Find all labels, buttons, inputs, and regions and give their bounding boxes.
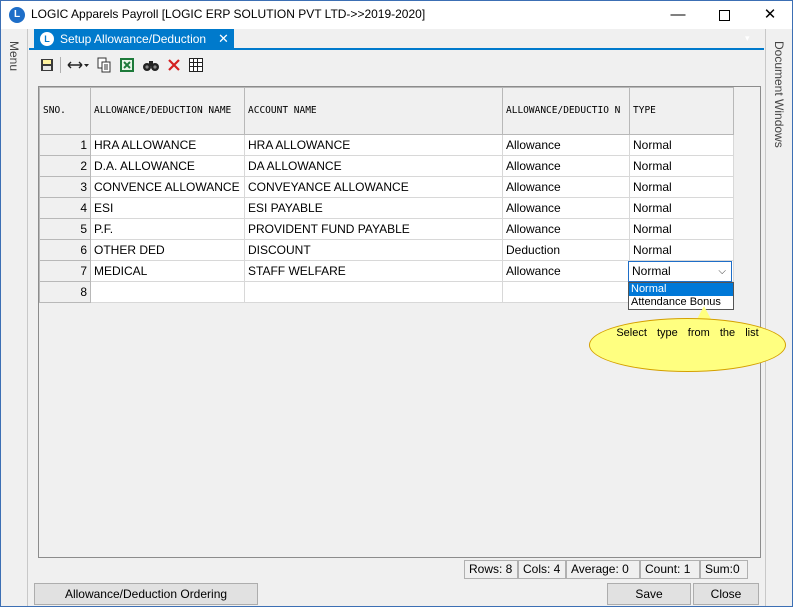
- status-count: Count: 1: [640, 560, 700, 579]
- title-bar: L LOGIC Apparels Payroll [LOGIC ERP SOLU…: [1, 1, 792, 29]
- tab-close-icon[interactable]: ✕: [218, 29, 229, 49]
- account-cell[interactable]: PROVIDENT FUND PAYABLE: [244, 218, 503, 240]
- maximize-icon: [718, 9, 730, 21]
- row-number: 1: [39, 134, 91, 156]
- column-resize-icon[interactable]: [66, 57, 90, 73]
- status-average: Average: 0: [566, 560, 640, 579]
- allowance-deduction-cell[interactable]: Allowance: [502, 218, 630, 240]
- row-number: 3: [39, 176, 91, 198]
- document-windows-pane[interactable]: Document Windows: [765, 29, 792, 606]
- row-number: 2: [39, 155, 91, 177]
- allowance-deduction-cell[interactable]: Allowance: [502, 260, 630, 282]
- type-option-attendance-bonus[interactable]: Attendance Bonus: [629, 296, 733, 309]
- row-number: 4: [39, 197, 91, 219]
- table-row[interactable]: 6 OTHER DED DISCOUNT Deduction Normal: [39, 239, 734, 261]
- copy-icon[interactable]: [96, 57, 112, 73]
- type-cell[interactable]: Normal: [629, 134, 734, 156]
- menu-pane[interactable]: Menu: [1, 29, 28, 606]
- account-cell[interactable]: [244, 281, 503, 303]
- grid-header-row: SNO. ALLOWANCE/DEDUCTION NAME ACCOUNT NA…: [39, 87, 734, 135]
- status-sum: Sum:0: [700, 560, 748, 579]
- account-cell[interactable]: DISCOUNT: [244, 239, 503, 261]
- tab-label: Setup Allowance/Deduction: [60, 32, 207, 46]
- status-cols: Cols: 4: [518, 560, 566, 579]
- header-sno[interactable]: SNO.: [39, 87, 91, 135]
- table-row[interactable]: 2 D.A. ALLOWANCE DA ALLOWANCE Allowance …: [39, 155, 734, 177]
- row-number: 5: [39, 218, 91, 240]
- type-cell[interactable]: Normal: [629, 239, 734, 261]
- allowance-deduction-cell[interactable]: Allowance: [502, 176, 630, 198]
- allowance-deduction-cell[interactable]: Allowance: [502, 134, 630, 156]
- header-type[interactable]: TYPE: [629, 87, 734, 135]
- type-combobox-value: Normal: [632, 264, 671, 278]
- chevron-down-icon[interactable]: ⌵: [718, 262, 726, 281]
- app-window: L LOGIC Apparels Payroll [LOGIC ERP SOLU…: [0, 0, 793, 607]
- allowance-deduction-cell[interactable]: Deduction: [502, 239, 630, 261]
- allowance-deduction-cell[interactable]: Allowance: [502, 197, 630, 219]
- tooltip-pointer: [697, 306, 711, 319]
- table-row[interactable]: 4 ESI ESI PAYABLE Allowance Normal: [39, 197, 734, 219]
- table-row[interactable]: 1 HRA ALLOWANCE HRA ALLOWANCE Allowance …: [39, 134, 734, 156]
- header-allowance-deduction-name[interactable]: ALLOWANCE/DEDUCTION NAME: [90, 87, 245, 135]
- account-cell[interactable]: ESI PAYABLE: [244, 197, 503, 219]
- delete-icon[interactable]: [166, 57, 182, 73]
- tab-setup-allowance-deduction[interactable]: L Setup Allowance/Deduction ✕: [34, 29, 234, 49]
- tab-list-dropdown-icon[interactable]: ▾: [745, 33, 750, 44]
- type-option-normal[interactable]: Normal: [629, 283, 733, 296]
- find-icon[interactable]: [142, 57, 160, 73]
- account-cell[interactable]: DA ALLOWANCE: [244, 155, 503, 177]
- excel-icon[interactable]: [119, 57, 135, 73]
- document-tab-strip: L Setup Allowance/Deduction ✕ ▾: [29, 29, 764, 50]
- row-number: 7: [39, 260, 91, 282]
- account-cell[interactable]: STAFF WELFARE: [244, 260, 503, 282]
- table-row[interactable]: 5 P.F. PROVIDENT FUND PAYABLE Allowance …: [39, 218, 734, 240]
- name-cell[interactable]: OTHER DED: [90, 239, 245, 261]
- allowance-deduction-cell[interactable]: Allowance: [502, 155, 630, 177]
- header-account-name[interactable]: ACCOUNT NAME: [244, 87, 503, 135]
- app-logo-icon: L: [9, 7, 25, 23]
- tooltip-text: Select type from the list: [616, 327, 759, 339]
- type-cell[interactable]: Normal: [629, 197, 734, 219]
- tooltip-balloon: Select type from the list: [589, 318, 786, 372]
- account-cell[interactable]: CONVEYANCE ALLOWANCE: [244, 176, 503, 198]
- name-cell[interactable]: P.F.: [90, 218, 245, 240]
- close-window-button[interactable]: ✕: [747, 1, 793, 29]
- row-number: 8: [39, 281, 91, 303]
- table-row[interactable]: 3 CONVENCE ALLOWANCE CONVEYANCE ALLOWANC…: [39, 176, 734, 198]
- name-cell[interactable]: HRA ALLOWANCE: [90, 134, 245, 156]
- minimize-button[interactable]: —: [655, 1, 701, 29]
- type-combobox[interactable]: Normal ⌵: [628, 261, 732, 282]
- type-cell[interactable]: Normal: [629, 176, 734, 198]
- type-dropdown-list: Normal Attendance Bonus: [628, 282, 734, 310]
- save-button[interactable]: Save: [607, 583, 691, 605]
- tab-logo-icon: L: [40, 32, 54, 46]
- document-windows-label: Document Windows: [772, 41, 786, 148]
- name-cell[interactable]: ESI: [90, 197, 245, 219]
- allowance-deduction-cell[interactable]: [502, 281, 630, 303]
- save-icon[interactable]: [39, 57, 55, 73]
- maximize-button[interactable]: [701, 1, 747, 29]
- row-number: 6: [39, 239, 91, 261]
- window-title: LOGIC Apparels Payroll [LOGIC ERP SOLUTI…: [31, 7, 426, 21]
- header-allowance-deduction[interactable]: ALLOWANCE/DEDUCTIO N: [502, 87, 630, 135]
- toolbar: [29, 52, 764, 78]
- name-cell[interactable]: D.A. ALLOWANCE: [90, 155, 245, 177]
- status-rows: Rows: 8: [464, 560, 518, 579]
- menu-pane-label: Menu: [7, 41, 21, 72]
- account-cell[interactable]: HRA ALLOWANCE: [244, 134, 503, 156]
- allowance-deduction-ordering-button[interactable]: Allowance/Deduction Ordering: [34, 583, 258, 605]
- type-cell[interactable]: Normal: [629, 218, 734, 240]
- grid-icon[interactable]: [188, 57, 204, 73]
- close-button[interactable]: Close: [693, 583, 759, 605]
- toolbar-separator: [60, 57, 61, 73]
- name-cell[interactable]: MEDICAL: [90, 260, 245, 282]
- name-cell[interactable]: [90, 281, 245, 303]
- type-cell[interactable]: Normal: [629, 155, 734, 177]
- name-cell[interactable]: CONVENCE ALLOWANCE: [90, 176, 245, 198]
